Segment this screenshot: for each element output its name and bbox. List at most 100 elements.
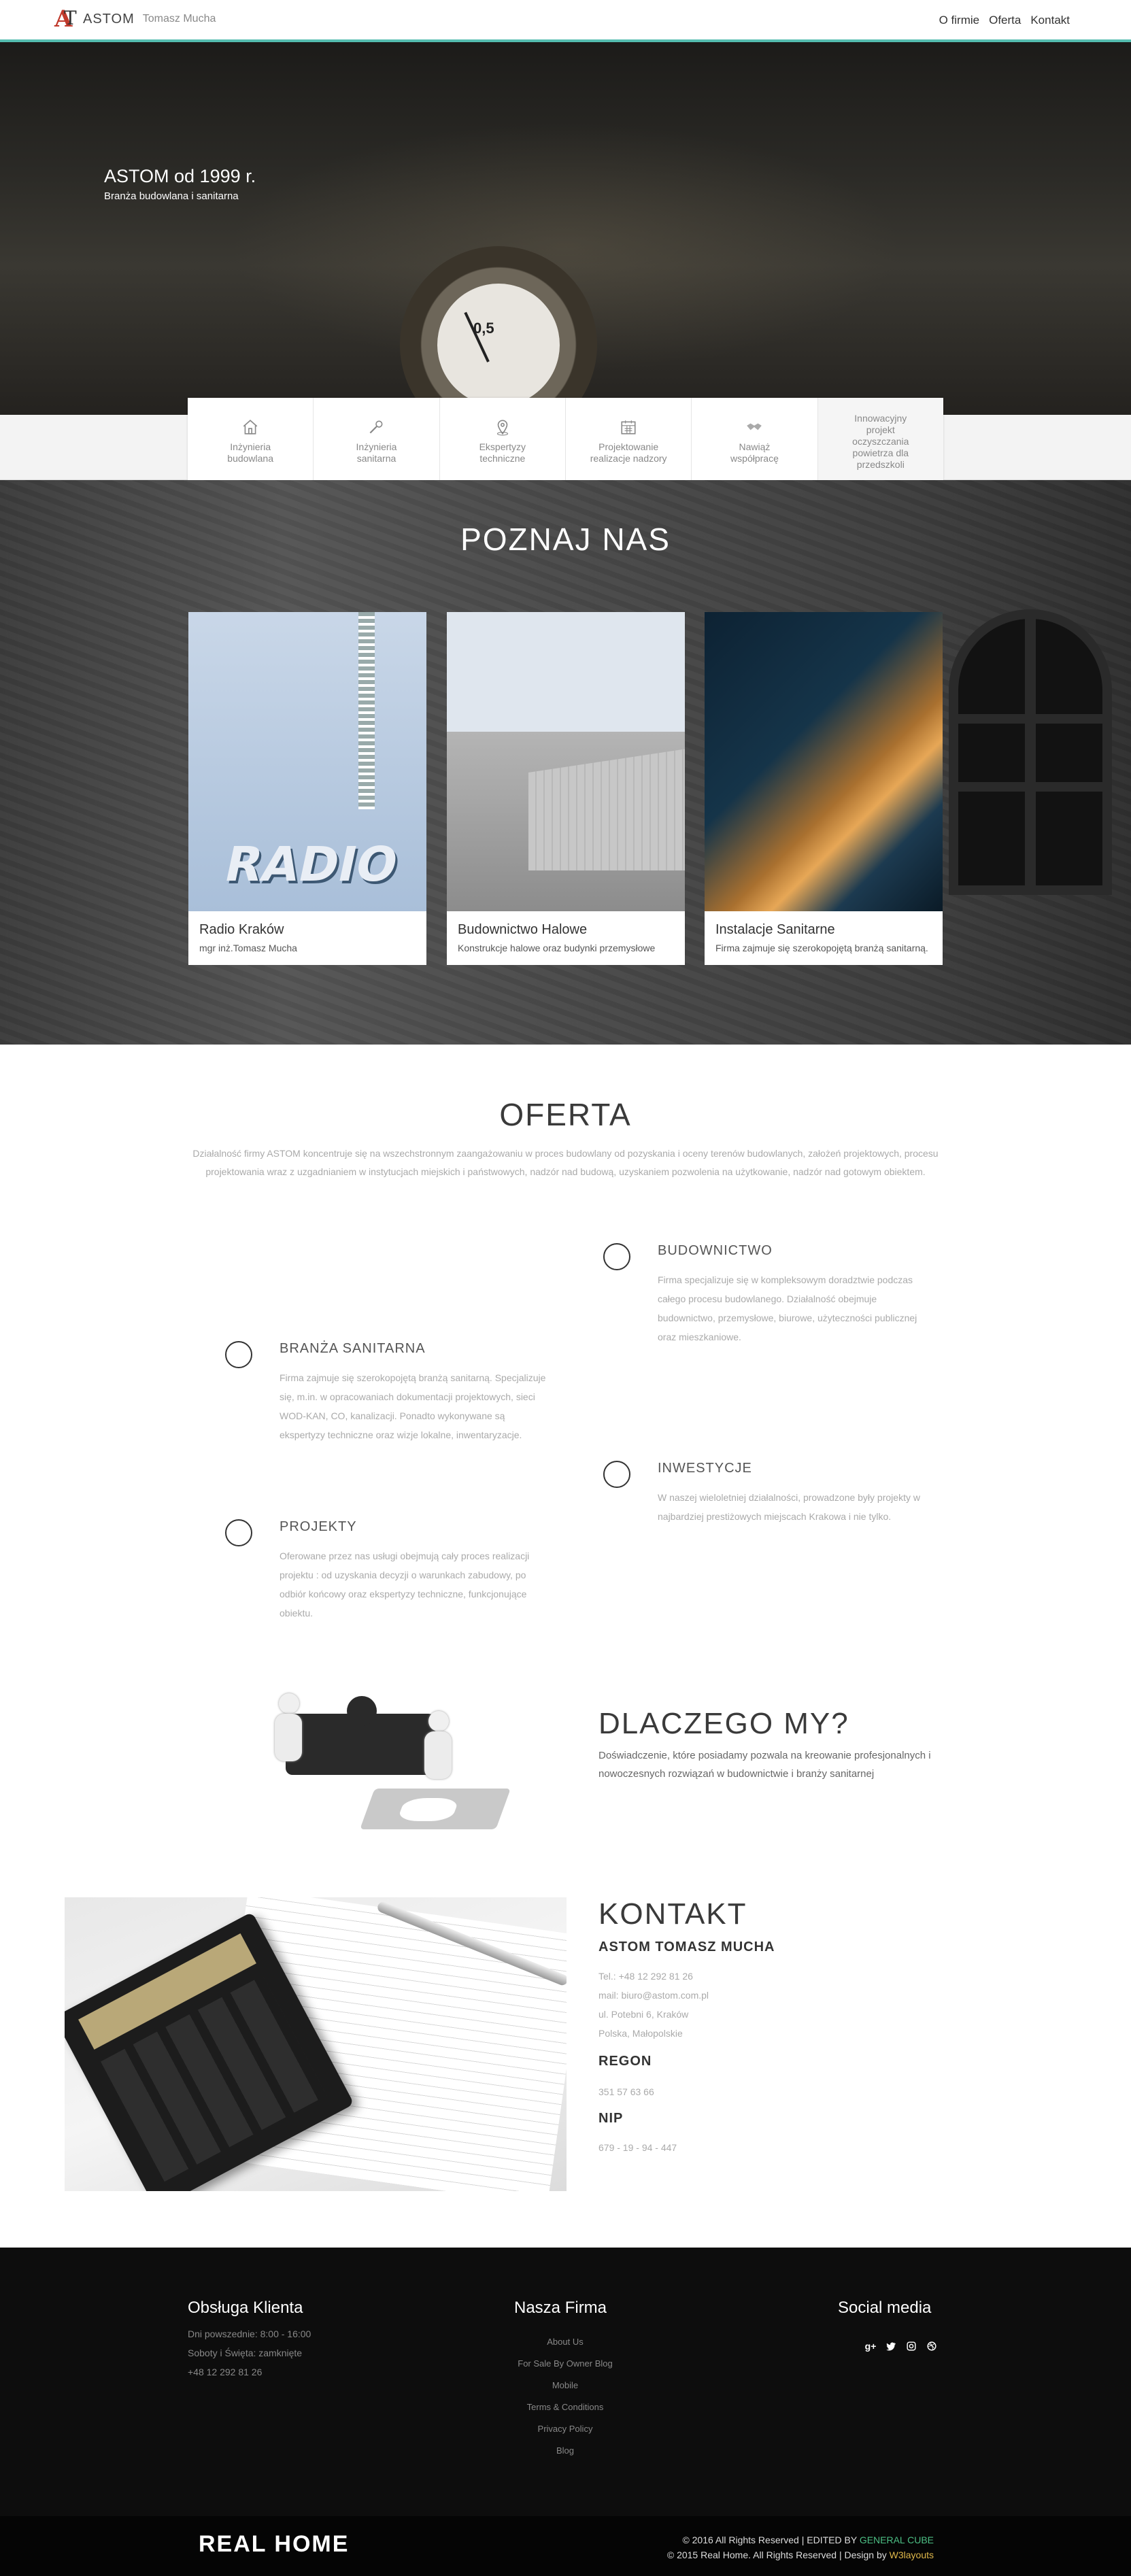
nav-link-oferta[interactable]: Oferta: [989, 14, 1021, 27]
card-instalacje-sanitarne[interactable]: Instalacje Sanitarne Firma zajmuje się s…: [705, 612, 943, 965]
kontakt-phone[interactable]: Tel.: +48 12 292 81 26: [598, 1971, 693, 1982]
kontakt-company: ASTOM TOMASZ MUCHA: [598, 1939, 775, 1954]
logo-subtitle: Tomasz Mucha: [142, 13, 216, 24]
bottom-bar: [0, 2516, 1131, 2576]
kontakt-address: ul. Potebni 6, Kraków: [598, 2009, 689, 2020]
offer-inwestycje: INWESTYCJE W naszej wieloletniej działal…: [603, 1461, 920, 1529]
gauge-value: 0,5: [473, 320, 494, 337]
hero-banner: 0,5: [0, 42, 1131, 415]
location-pin-icon: [496, 420, 508, 436]
twitter-icon[interactable]: [885, 2341, 896, 2352]
copyright: © 2016 All Rights Reserved | EDITED BY G…: [667, 2532, 934, 2562]
nav-link-kontakt[interactable]: Kontakt: [1030, 14, 1070, 27]
offer-title: BUDOWNICTWO: [658, 1243, 773, 1258]
card-desc: Konstrukcje halowe oraz budynki przemysł…: [458, 943, 656, 953]
offer-projekty: PROJEKTY Oferowane przez nas usługi obej…: [225, 1519, 529, 1628]
service-innowacyjny-projekt[interactable]: Innowacyjny projekt oczyszczania powietr…: [817, 398, 943, 480]
footer-link-terms[interactable]: Terms & Conditions: [460, 2396, 671, 2418]
offer-title: BRANŻA SANITARNA: [280, 1341, 426, 1356]
radio-tower-image: RADIO: [188, 612, 426, 911]
instagram-icon[interactable]: [906, 2341, 917, 2352]
service-wspolpraca[interactable]: Nawiąż współpracę: [692, 398, 818, 480]
main-nav: O firmie Oferta Kontakt: [939, 14, 1070, 27]
card-desc: mgr inż.Tomasz Mucha: [199, 943, 297, 953]
service-label: Nawiąż współpracę: [730, 441, 779, 464]
section-title-dlaczego: DLACZEGO MY?: [598, 1707, 849, 1740]
arched-window-decoration: [949, 609, 1112, 895]
footer-title-firma: Nasza Firma: [514, 2299, 607, 2317]
logo-mark-icon: AT: [54, 5, 77, 33]
poznaj-nas-section: POZNAJ NAS RADIO Radio Kraków mgr inż.To…: [0, 480, 1131, 1045]
circle-icon: [225, 1519, 252, 1546]
regon-value: 351 57 63 66: [598, 2086, 654, 2097]
offer-text: W naszej wieloletniej działalności, prow…: [658, 1492, 920, 1522]
footer-brand: REAL HOME: [199, 2531, 350, 2557]
footer-hours: Dni powszednie: 8:00 - 16:00 Soboty i Św…: [188, 2324, 311, 2382]
pressure-gauge-image: 0,5: [400, 246, 597, 415]
card-desc: Firma zajmuje się szerokopojętą branżą s…: [715, 943, 928, 953]
footer-link-blog[interactable]: Blog: [460, 2440, 671, 2462]
kontakt-email[interactable]: mail: biuro@astom.com.pl: [598, 1990, 709, 2001]
logo[interactable]: AT ASTOM Tomasz Mucha: [54, 7, 216, 31]
service-label: Inżynieria budowlana: [227, 441, 274, 464]
home-icon: [243, 420, 258, 435]
hall-building-image: [447, 612, 685, 911]
footer-hours-weekdays: Dni powszednie: 8:00 - 16:00: [188, 2328, 311, 2339]
nip-label: NIP: [598, 2111, 624, 2126]
footer-link-blog-owner[interactable]: For Sale By Owner Blog: [460, 2353, 671, 2375]
offer-text: Oferowane przez nas usługi obejmują cały…: [280, 1550, 530, 1619]
service-label: Projektowanie realizacje nadzory: [590, 441, 667, 464]
offer-text: Firma specjalizuje się w kompleksowym do…: [658, 1274, 917, 1342]
general-cube-link[interactable]: GENERAL CUBE: [860, 2535, 934, 2545]
offer-text: Firma zajmuje się szerokopojętą branżą s…: [280, 1372, 546, 1440]
footer-link-privacy[interactable]: Privacy Policy: [460, 2418, 671, 2440]
footer-link-about[interactable]: About Us: [460, 2331, 671, 2353]
footer-links: About Us For Sale By Owner Blog Mobile T…: [460, 2331, 671, 2462]
water-image: [705, 612, 943, 911]
footer-link-mobile[interactable]: Mobile: [460, 2375, 671, 2396]
service-label: Inżynieria sanitarna: [356, 441, 397, 464]
services-bar: Inżynieria budowlana Inżynieria sanitarn…: [188, 398, 943, 480]
footer-hours-weekend: Soboty i Święta: zamknięte: [188, 2348, 303, 2358]
dlaczego-text: Doświadczenie, które posiadamy pozwala n…: [598, 1750, 931, 1780]
footer-phone[interactable]: +48 12 292 81 26: [188, 2362, 311, 2382]
service-projektowanie[interactable]: Projektowanie realizacje nadzory: [566, 398, 692, 480]
offer-branza-sanitarna: BRANŻA SANITARNA Firma zajmuje się szero…: [225, 1341, 545, 1450]
social-icons: g+: [865, 2341, 937, 2352]
copyright-line1: © 2016 All Rights Reserved | EDITED BY: [682, 2535, 857, 2545]
oferta-intro: Działalność firmy ASTOM koncentruje się …: [192, 1148, 939, 1177]
footer-title-social: Social media: [838, 2299, 932, 2317]
dribbble-icon[interactable]: [926, 2341, 937, 2352]
hero-title: ASTOM od 1999 r.: [104, 166, 256, 186]
hero-subtitle: Branża budowlana i sanitarna: [104, 190, 239, 202]
wrench-icon: [370, 420, 383, 434]
card-title: Instalacje Sanitarne: [715, 922, 835, 937]
puzzle-figures-image: [231, 1687, 530, 1843]
service-inzynieria-budowlana[interactable]: Inżynieria budowlana: [188, 398, 314, 480]
service-ekspertyzy-techniczne[interactable]: Ekspertyzy techniczne: [440, 398, 566, 480]
service-inzynieria-sanitarna[interactable]: Inżynieria sanitarna: [314, 398, 440, 480]
logo-name: ASTOM: [83, 11, 135, 27]
section-title-kontakt: KONTAKT: [598, 1897, 747, 1931]
section-title-oferta: OFERTA: [499, 1097, 632, 1132]
offer-title: INWESTYCJE: [658, 1461, 752, 1476]
card-title: Radio Kraków: [199, 922, 284, 937]
service-label: Innowacyjny projekt oczyszczania powietr…: [852, 413, 909, 470]
copyright-line2: © 2015 Real Home. All Rights Reserved | …: [666, 2549, 887, 2560]
offer-budownictwo: BUDOWNICTWO Firma specjalizuje się w kom…: [603, 1243, 917, 1352]
card-budownictwo-halowe[interactable]: Budownictwo Halowe Konstrukcje halowe or…: [447, 612, 685, 965]
section-title-poznaj: POZNAJ NAS: [460, 522, 671, 557]
circle-icon: [603, 1243, 630, 1270]
circle-icon: [603, 1461, 630, 1488]
nav-link-o-firmie[interactable]: O firmie: [939, 14, 980, 27]
calculator-image: [65, 1897, 567, 2191]
offer-title: PROJEKTY: [280, 1519, 357, 1534]
w3layouts-link[interactable]: W3layouts: [890, 2549, 934, 2560]
circle-icon: [225, 1341, 252, 1368]
google-plus-icon[interactable]: g+: [865, 2341, 877, 2352]
calendar-icon: [621, 420, 636, 435]
top-navbar: AT ASTOM Tomasz Mucha O firmie Oferta Ko…: [0, 0, 1131, 42]
radio-sign-text: RADIO: [220, 836, 403, 892]
kontakt-region: Polska, Małopolskie: [598, 2028, 683, 2039]
card-radio-krakow[interactable]: RADIO Radio Kraków mgr inż.Tomasz Mucha: [188, 612, 426, 965]
